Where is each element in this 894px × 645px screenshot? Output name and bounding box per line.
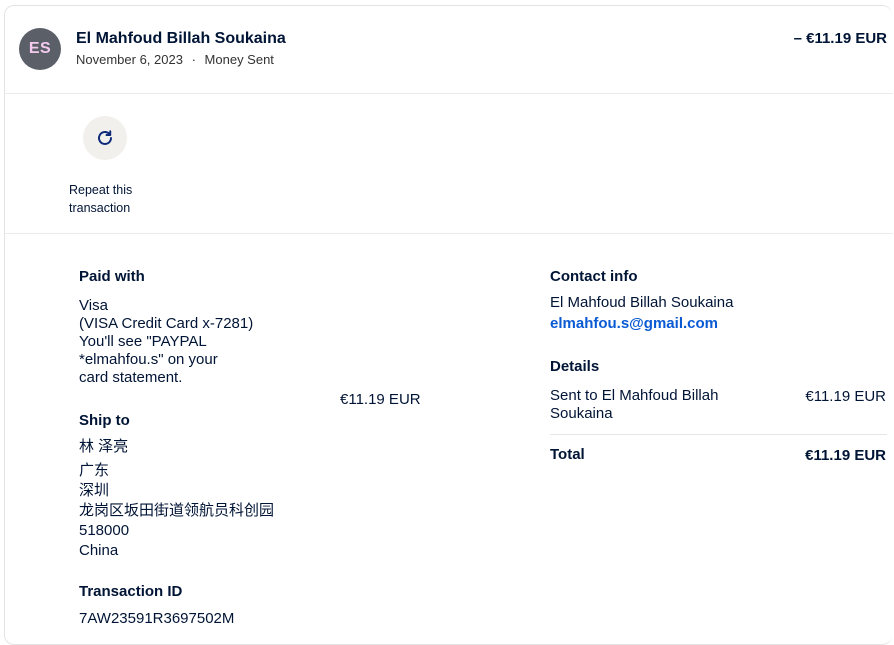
refresh-icon (98, 130, 112, 145)
details-divider (550, 434, 887, 435)
recipient-name: El Mahfoud Billah Soukaina (76, 30, 286, 47)
repeat-transaction-button[interactable] (83, 116, 127, 160)
statement-note-1: You'll see "PAYPAL (79, 333, 207, 350)
transaction-subtitle: November 6, 2023 · Money Sent (76, 52, 274, 67)
transaction-id: 7AW23591R3697502M (79, 610, 235, 627)
sent-to-line-2: Soukaina (550, 405, 613, 422)
transaction-header: ES El Mahfoud Billah Soukaina November 6… (5, 6, 893, 94)
ship-to-country: China (79, 542, 119, 559)
payment-card: (VISA Credit Card x-7281) (79, 315, 254, 332)
statement-note-3: card statement. (79, 369, 183, 386)
ship-to-name: 林 泽亮 (79, 438, 129, 455)
separator: · (191, 52, 196, 67)
transaction-type: Money Sent (204, 52, 274, 67)
ship-to-postcode: 518000 (79, 522, 130, 539)
avatar: ES (19, 28, 61, 70)
details-title: Details (550, 358, 600, 375)
total-label: Total (550, 446, 585, 463)
statement-note-2: *elmahfou.s" on your (79, 351, 218, 368)
ship-to-province: 广东 (79, 462, 110, 479)
total-amount: €11.19 EUR (805, 447, 886, 464)
sent-to-line-1: Sent to El Mahfoud Billah (550, 387, 719, 404)
transaction-id-title: Transaction ID (79, 583, 183, 600)
contact-email-link[interactable]: elmahfou.s@gmail.com (550, 315, 718, 333)
ship-to-city: 深圳 (79, 482, 110, 499)
contact-info-title: Contact info (550, 268, 638, 285)
actions-bar: Repeat this transaction (5, 94, 893, 234)
transaction-amount: – €11.19 EUR (793, 30, 887, 47)
repeat-transaction-label[interactable]: Repeat this transaction (69, 181, 149, 217)
ship-to-street: 龙岗区坂田街道领航员科创园 (79, 502, 275, 519)
transaction-card: ES El Mahfoud Billah Soukaina November 6… (4, 5, 893, 645)
paid-with-title: Paid with (79, 268, 145, 285)
transaction-date: November 6, 2023 (76, 52, 183, 67)
contact-name: El Mahfoud Billah Soukaina (550, 294, 734, 311)
payment-method: Visa (79, 297, 108, 314)
paid-amount: €11.19 EUR (340, 391, 421, 408)
ship-to-title: Ship to (79, 412, 130, 429)
sent-amount: €11.19 EUR (805, 388, 886, 405)
